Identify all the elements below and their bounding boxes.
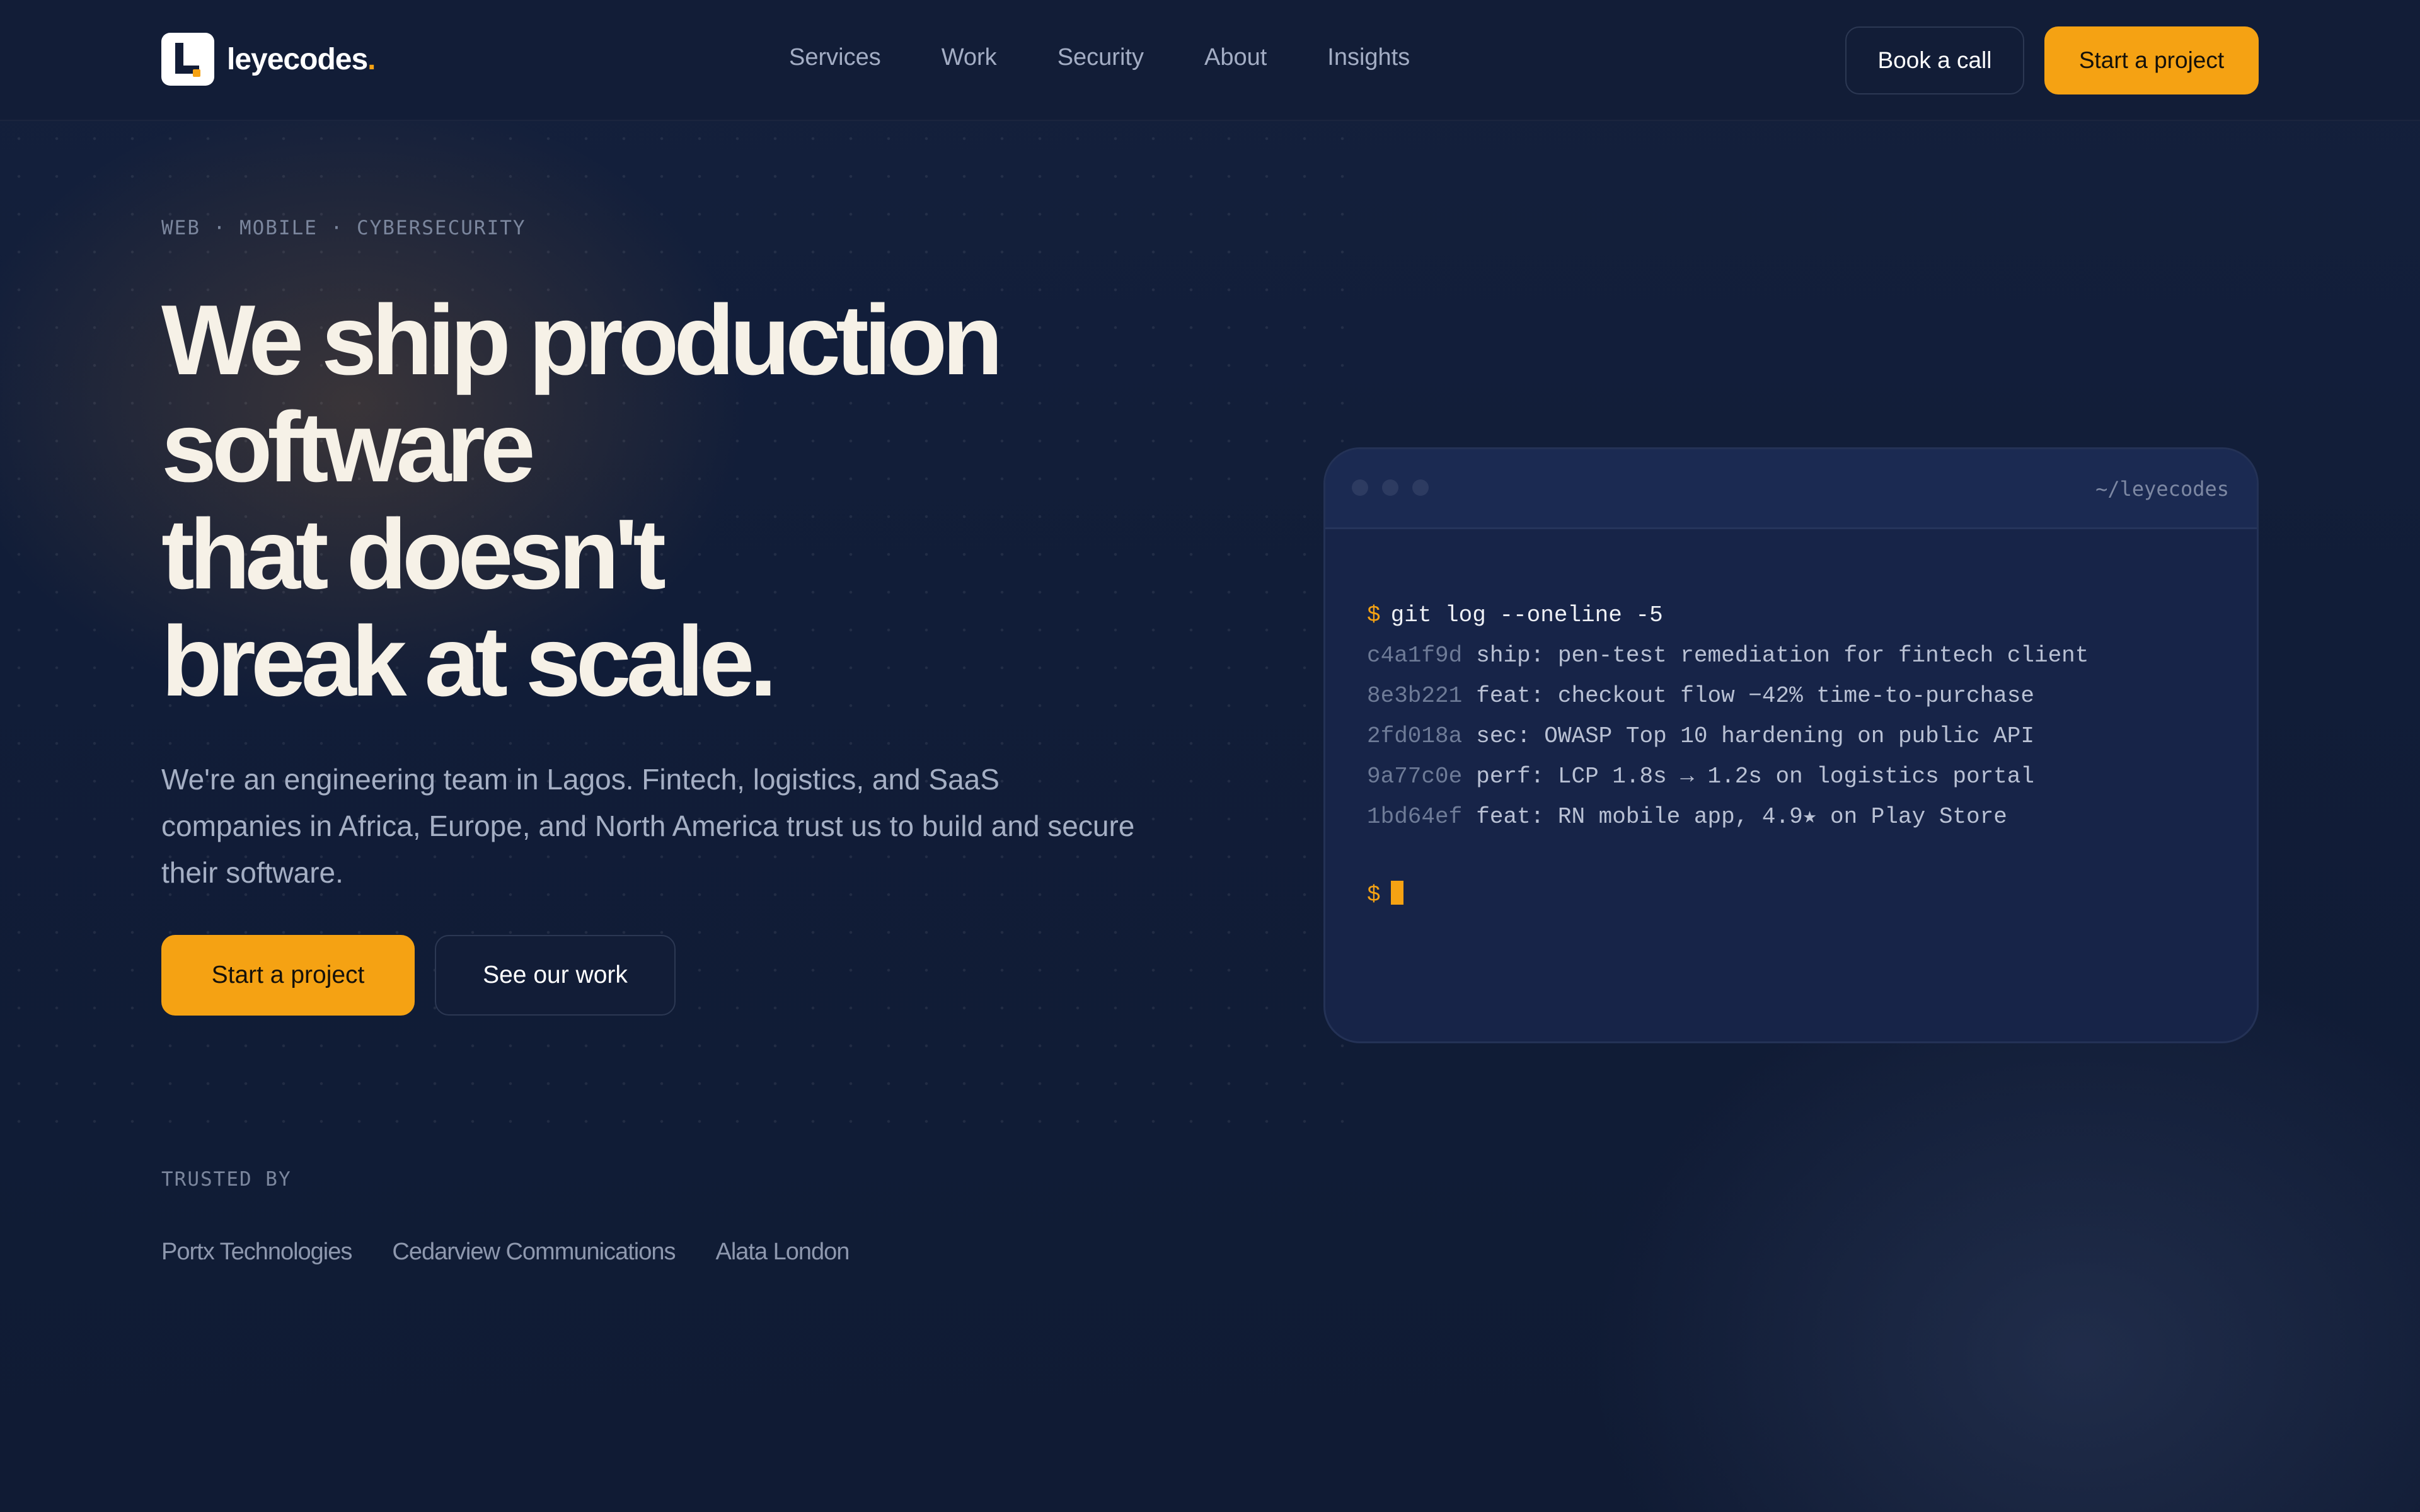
logo-l-icon [161,33,214,86]
terminal-window: ~/leyecodes $ git log --oneline -5 c4a1f9… [1323,447,2259,1043]
see-our-work-button[interactable]: See our work [435,935,676,1016]
brand-name-text: leyecodes [227,42,368,76]
site-header: leyecodes. Services Work Security About … [0,0,2420,121]
commit-line: 9a77c0e perf: LCP 1.8s → 1.2s on logistic… [1367,757,2089,797]
page: leyecodes. Services Work Security About … [0,0,2420,1512]
prompt-symbol: $ [1367,882,1381,908]
nav-work[interactable]: Work [942,44,997,71]
commit-line: 8e3b221 feat: checkout flow −42% time-to-… [1367,676,2089,716]
main-nav: Services Work Security About Insights [789,44,1410,71]
commit-hash: 2fd018a [1367,723,1463,749]
hero-start-project-button[interactable]: Start a project [161,935,415,1016]
client-logo-alata: Alata London [715,1239,850,1265]
window-minimize-dot-icon [1382,479,1398,496]
commit-line: 2fd018a sec: OWASP Top 10 hardening on pu… [1367,716,2089,757]
commit-message: feat: RN mobile app, 4.9★ on Play Store [1476,804,2007,830]
headline-line: break at scale. [161,606,777,717]
brand-name: leyecodes. [227,42,376,77]
hero-subtext: We're an engineering team in Lagos. Fint… [161,763,1135,889]
brand-logo[interactable]: leyecodes. [161,33,376,86]
client-logo-cedarview: Cedarview Communications [392,1239,676,1265]
commit-hash: 8e3b221 [1367,683,1463,709]
window-close-dot-icon [1352,479,1368,496]
commit-hash: 9a77c0e [1367,764,1463,789]
commit-message: feat: checkout flow −42% time-to-purchas… [1476,683,2034,709]
terminal-title-bar: ~/leyecodes [1325,449,2257,529]
terminal-path: ~/leyecodes [2095,477,2229,501]
headline-line: We ship production [161,285,1003,396]
terminal-command-line: $ git log --oneline -5 [1367,595,2089,636]
header-start-project-button[interactable]: Start a project [2044,26,2259,94]
trusted-by-label: TRUSTED BY [161,1168,292,1191]
hero-headline: We ship production software that doesn't… [161,287,1233,715]
terminal-command: git log --oneline -5 [1390,602,1663,628]
commit-line: c4a1f9d ship: pen-test remediation for fi… [1367,636,2089,676]
book-call-button[interactable]: Book a call [1845,26,2024,94]
client-logo-portx: Portx Technologies [161,1239,352,1265]
hero-eyebrow: WEB · MOBILE · CYBERSECURITY [161,217,526,239]
commit-message: perf: LCP 1.8s → 1.2s on logistics porta… [1476,764,2034,789]
headline-line: software [161,392,536,503]
terminal-output: $ git log --oneline -5 c4a1f9d ship: pen-t… [1367,595,2089,915]
trusted-logos: Portx Technologies Cedarview Communicati… [161,1239,850,1266]
brand-dot: . [367,42,376,76]
nav-insights[interactable]: Insights [1327,44,1410,71]
terminal-input-line[interactable]: $ [1367,875,2089,915]
prompt-symbol: $ [1367,602,1381,628]
commit-message: sec: OWASP Top 10 hardening on public AP… [1476,723,2034,749]
headline-line: that doesn't [161,499,666,610]
nav-services[interactable]: Services [789,44,881,71]
nav-about[interactable]: About [1204,44,1267,71]
window-maximize-dot-icon [1412,479,1429,496]
commit-hash: c4a1f9d [1367,643,1463,668]
commit-message: ship: pen-test remediation for fintech c… [1476,643,2089,668]
commit-hash: 1bd64ef [1367,804,1463,830]
cursor-block-icon [1390,881,1403,905]
nav-security[interactable]: Security [1057,44,1144,71]
commit-line: 1bd64ef feat: RN mobile app, 4.9★ on Play… [1367,797,2089,837]
